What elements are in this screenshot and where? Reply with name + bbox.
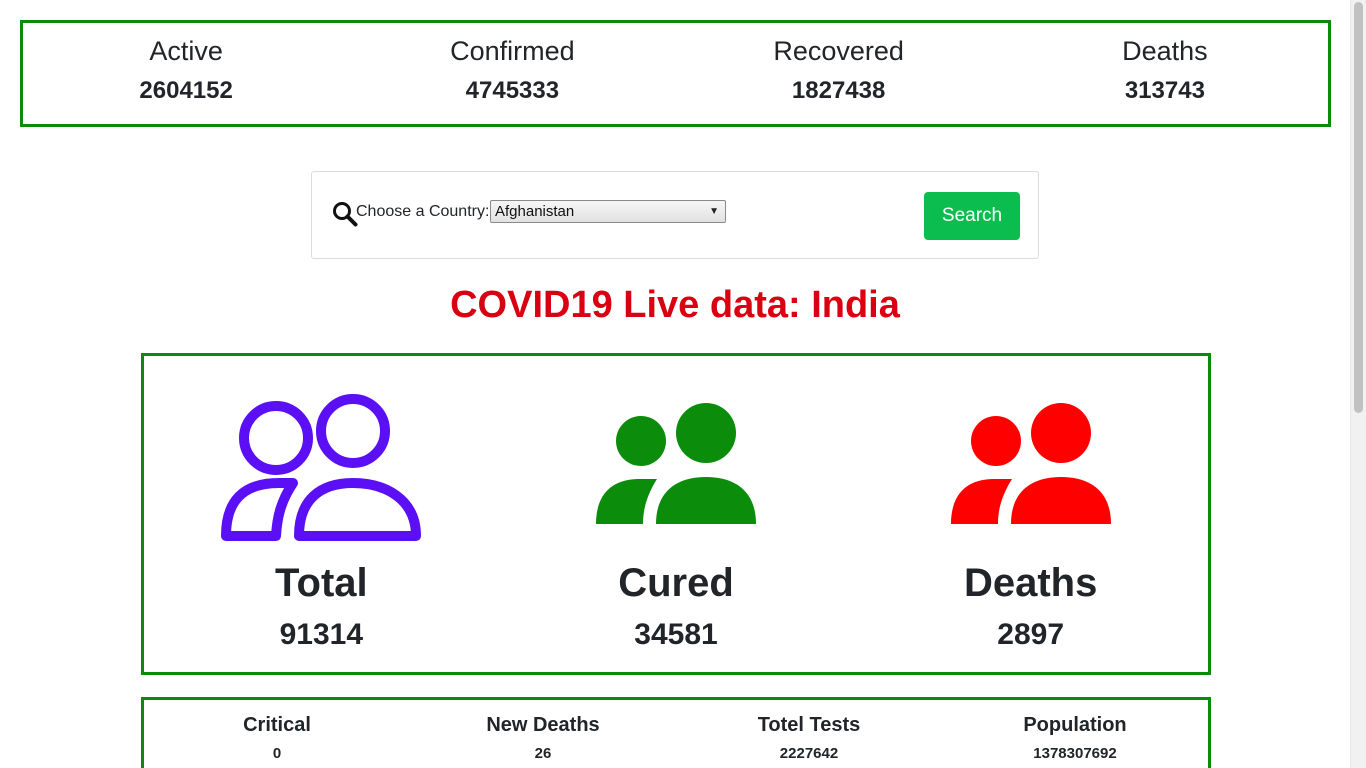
detail-critical: Critical 0 bbox=[144, 700, 410, 768]
global-stat-deaths: Deaths 313743 bbox=[1002, 23, 1328, 124]
country-stat-label: Total bbox=[275, 561, 368, 605]
global-stat-label: Deaths bbox=[1122, 36, 1208, 66]
detail-label: Population bbox=[1023, 714, 1127, 736]
global-stat-label: Confirmed bbox=[450, 36, 575, 66]
detail-value: 26 bbox=[534, 745, 552, 762]
country-details-card: Critical 0 New Deaths 26 Totel Tests 222… bbox=[141, 697, 1211, 768]
country-stat-value: 91314 bbox=[279, 618, 364, 651]
country-search-card: Choose a Country: Afghanistan ▼ Search bbox=[311, 171, 1039, 259]
country-stat-label: Deaths bbox=[963, 561, 1098, 605]
users-solid-icon bbox=[596, 403, 756, 524]
global-stats-bar: Active 2604152 Confirmed 4745333 Recover… bbox=[20, 20, 1331, 127]
detail-value: 1378307692 bbox=[1033, 745, 1117, 762]
detail-population: Population 1378307692 bbox=[942, 700, 1208, 768]
icon-container bbox=[499, 391, 854, 541]
choose-country-label: Choose a Country: bbox=[356, 203, 490, 220]
dropdown-arrow-icon: ▼ bbox=[709, 206, 719, 217]
detail-value: 2227642 bbox=[779, 745, 839, 762]
page: Active 2604152 Confirmed 4745333 Recover… bbox=[0, 0, 1350, 768]
country-select-value: Afghanistan bbox=[495, 203, 575, 220]
detail-label: Totel Tests bbox=[757, 714, 861, 736]
global-stat-confirmed: Confirmed 4745333 bbox=[349, 23, 675, 124]
global-stat-label: Active bbox=[149, 36, 223, 66]
search-button[interactable]: Search bbox=[924, 192, 1020, 240]
country-select[interactable]: Afghanistan ▼ bbox=[490, 200, 726, 223]
detail-label: Critical bbox=[243, 714, 311, 736]
page-title: COVID19 Live data: India bbox=[450, 284, 900, 326]
global-stat-recovered: Recovered 1827438 bbox=[676, 23, 1002, 124]
global-stat-value: 2604152 bbox=[139, 77, 233, 104]
users-solid-icon bbox=[950, 403, 1111, 524]
country-stat-total: Total 91314 bbox=[144, 356, 499, 672]
search-icon bbox=[333, 202, 358, 227]
global-stat-label: Recovered bbox=[773, 36, 904, 66]
detail-value: 0 bbox=[272, 745, 282, 762]
detail-new-deaths: New Deaths 26 bbox=[410, 700, 676, 768]
country-stat-deaths: Deaths 2897 bbox=[853, 356, 1208, 672]
country-stats-card: Total 91314 Cured 34581 Deaths 2897 bbox=[141, 353, 1211, 675]
country-stat-cured: Cured 34581 bbox=[499, 356, 854, 672]
country-stat-label: Cured bbox=[618, 561, 734, 605]
vertical-scrollbar[interactable] bbox=[1350, 0, 1366, 768]
users-outline-icon bbox=[221, 394, 422, 541]
global-stat-active: Active 2604152 bbox=[23, 23, 349, 124]
global-stat-value: 313743 bbox=[1124, 77, 1205, 104]
icon-container bbox=[144, 391, 499, 541]
icon-container bbox=[853, 391, 1208, 541]
country-stat-value: 2897 bbox=[997, 618, 1065, 651]
detail-label: New Deaths bbox=[486, 714, 600, 736]
detail-total-tests: Totel Tests 2227642 bbox=[676, 700, 942, 768]
global-stat-value: 4745333 bbox=[465, 77, 560, 104]
global-stat-value: 1827438 bbox=[791, 77, 886, 104]
country-stat-value: 34581 bbox=[634, 618, 718, 651]
scrollbar-thumb[interactable] bbox=[1354, 2, 1363, 413]
